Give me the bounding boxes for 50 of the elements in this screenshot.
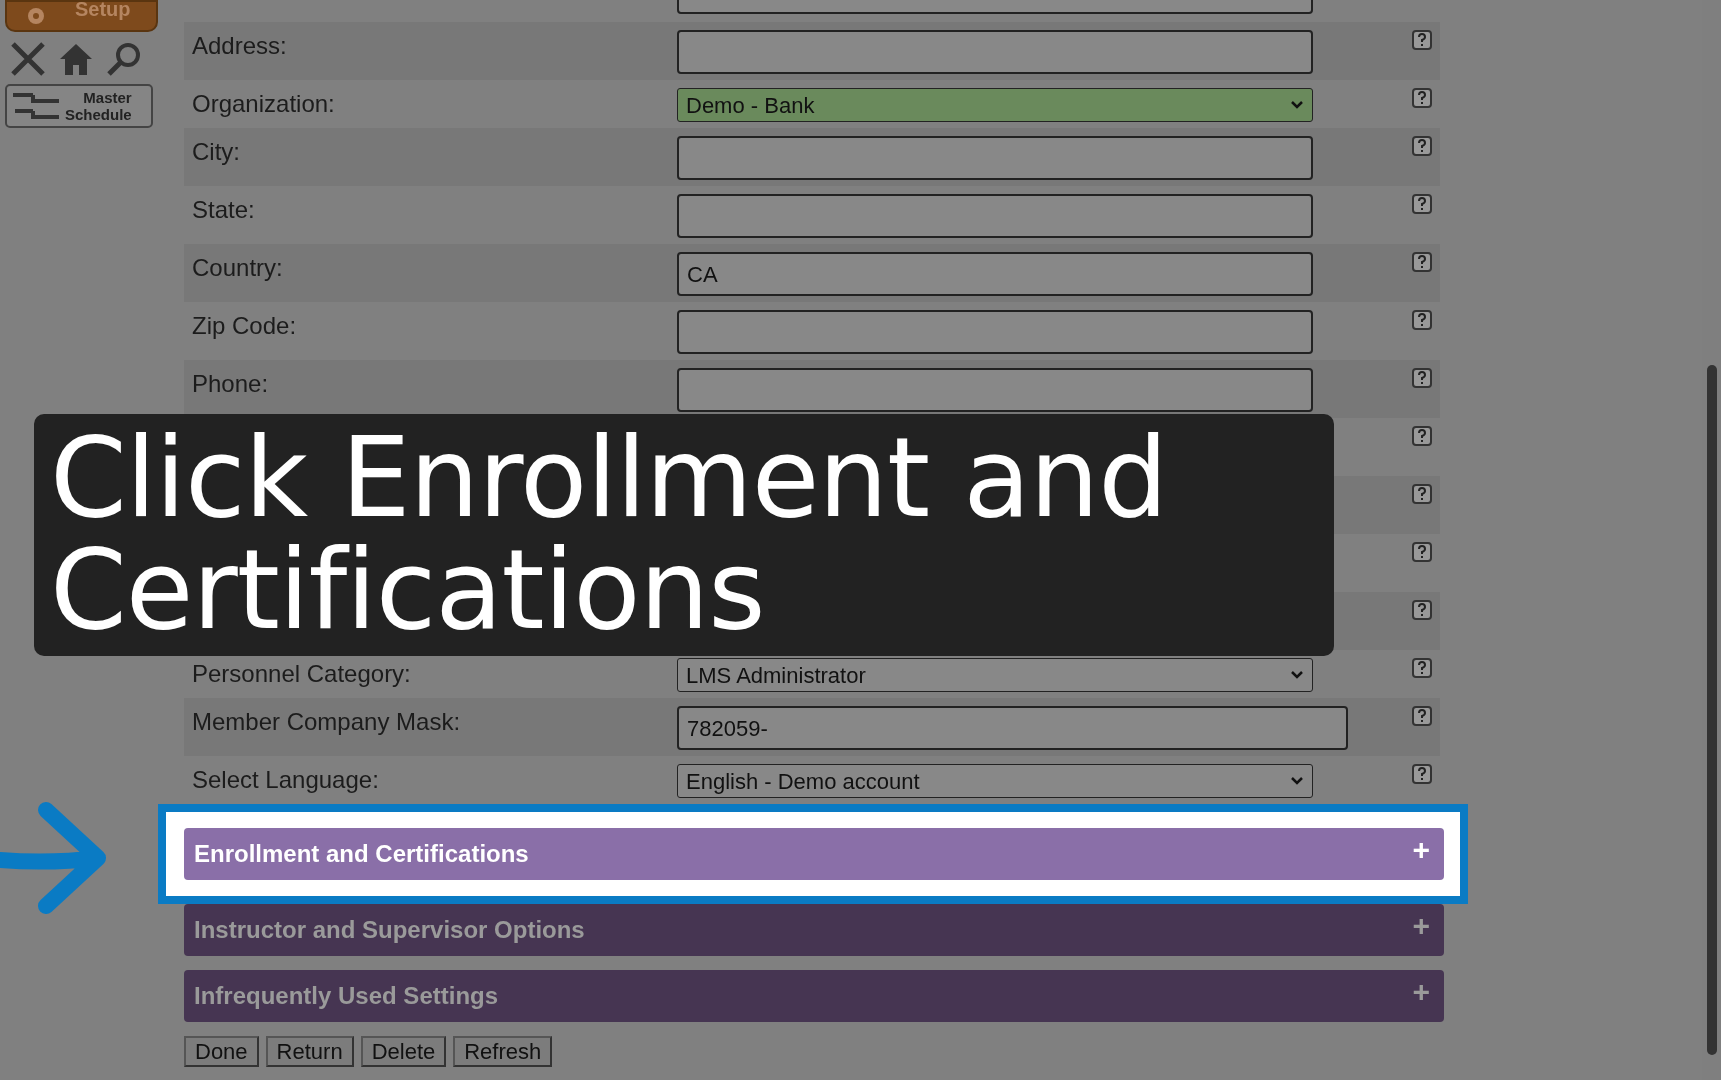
close-icon[interactable]	[9, 40, 47, 78]
section-header[interactable]: Enrollment and Certifications +	[184, 828, 1444, 880]
help-icon[interactable]	[1412, 600, 1432, 620]
help-icon[interactable]	[1412, 30, 1432, 50]
field-label: Organization:	[192, 89, 335, 119]
form-button[interactable]: Refresh	[453, 1036, 553, 1067]
help-icon[interactable]	[1412, 368, 1432, 388]
help-icon[interactable]	[1412, 484, 1432, 504]
form-button[interactable]: Done	[184, 1036, 259, 1067]
help-icon[interactable]	[1412, 542, 1432, 562]
form-button[interactable]: Delete	[360, 1036, 447, 1067]
input-field[interactable]: 782059-	[677, 706, 1348, 750]
search-icon[interactable]	[105, 40, 143, 78]
field-label: State:	[192, 195, 255, 225]
section-header[interactable]: Instructor and Supervisor Options +	[184, 904, 1444, 956]
help-icon[interactable]	[1412, 194, 1432, 214]
input-field[interactable]: CA	[677, 252, 1313, 296]
form-button[interactable]: Return	[265, 1036, 354, 1067]
arrow-icon	[0, 800, 108, 914]
input-field[interactable]	[677, 136, 1313, 180]
chevron-icon	[1290, 100, 1304, 110]
field-label: City:	[192, 137, 240, 167]
help-icon[interactable]	[1412, 310, 1432, 330]
chevron-icon	[1290, 670, 1304, 680]
master-schedule-button[interactable]: Master Schedule	[5, 84, 153, 128]
field-label: Member Company Mask:	[192, 707, 461, 737]
caption-banner: Click Enrollment and Certifications	[34, 414, 1334, 656]
help-icon[interactable]	[1412, 426, 1432, 446]
field-label: Select Language:	[192, 765, 379, 795]
field-label: Personnel Category:	[192, 659, 411, 689]
input-field[interactable]	[677, 0, 1313, 14]
select-field[interactable]: LMS Administrator	[677, 658, 1313, 692]
field-label: Country:	[192, 253, 283, 283]
field-label: Phone:	[192, 369, 269, 399]
help-icon[interactable]	[1412, 764, 1432, 784]
field-label: Address:	[192, 31, 287, 61]
input-field[interactable]	[677, 194, 1313, 238]
chevron-icon	[1290, 776, 1304, 786]
field-label: Zip Code:	[192, 311, 297, 341]
select-field[interactable]: Demo - Bank	[677, 88, 1313, 122]
help-icon[interactable]	[1412, 658, 1432, 678]
input-field[interactable]	[677, 368, 1313, 412]
help-icon[interactable]	[1412, 706, 1432, 726]
section-header[interactable]: Infrequently Used Settings +	[184, 970, 1444, 1022]
help-icon[interactable]	[1412, 88, 1432, 108]
input-field[interactable]	[677, 310, 1313, 354]
select-field[interactable]: English - Demo account	[677, 764, 1313, 798]
help-icon[interactable]	[1412, 136, 1432, 156]
help-icon[interactable]	[1412, 252, 1432, 272]
input-field[interactable]	[677, 30, 1313, 74]
